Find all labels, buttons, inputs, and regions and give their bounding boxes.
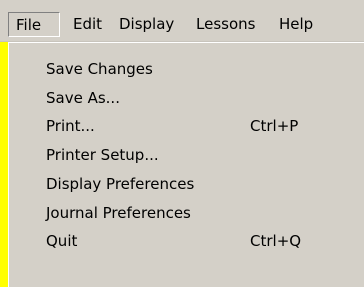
menu-item-journal-preferences[interactable]: Journal Preferences (46, 199, 191, 227)
menu-lessons[interactable]: Lessons (196, 12, 255, 37)
menu-item-label: Save As... (46, 89, 120, 107)
menu-item-quit[interactable]: Quit Ctrl+Q (46, 227, 301, 255)
menu-display[interactable]: Display (119, 12, 174, 37)
menu-item-label: Quit (46, 232, 78, 250)
file-menu-dropdown: Save Changes Save As... Print... Ctrl+P … (8, 42, 364, 287)
menu-help[interactable]: Help (279, 12, 313, 37)
menu-item-printer-setup[interactable]: Printer Setup... (46, 141, 159, 169)
menu-item-print[interactable]: Print... Ctrl+P (46, 112, 298, 140)
menu-item-label: Printer Setup... (46, 146, 159, 164)
shortcut-label: Ctrl+Q (250, 232, 302, 250)
menu-item-label: Journal Preferences (46, 204, 191, 222)
menu-file[interactable]: File (8, 12, 60, 37)
menu-bar: File Edit Display Lessons Help (0, 0, 364, 42)
shortcut-label: Ctrl+P (250, 117, 299, 135)
menu-item-save-as[interactable]: Save As... (46, 84, 120, 112)
menu-item-display-preferences[interactable]: Display Preferences (46, 170, 194, 198)
menu-item-save-changes[interactable]: Save Changes (46, 55, 153, 83)
menu-item-label: Print... (46, 117, 95, 135)
menu-edit[interactable]: Edit (73, 12, 102, 37)
menu-item-label: Display Preferences (46, 175, 195, 193)
menu-item-label: Save Changes (46, 60, 153, 78)
